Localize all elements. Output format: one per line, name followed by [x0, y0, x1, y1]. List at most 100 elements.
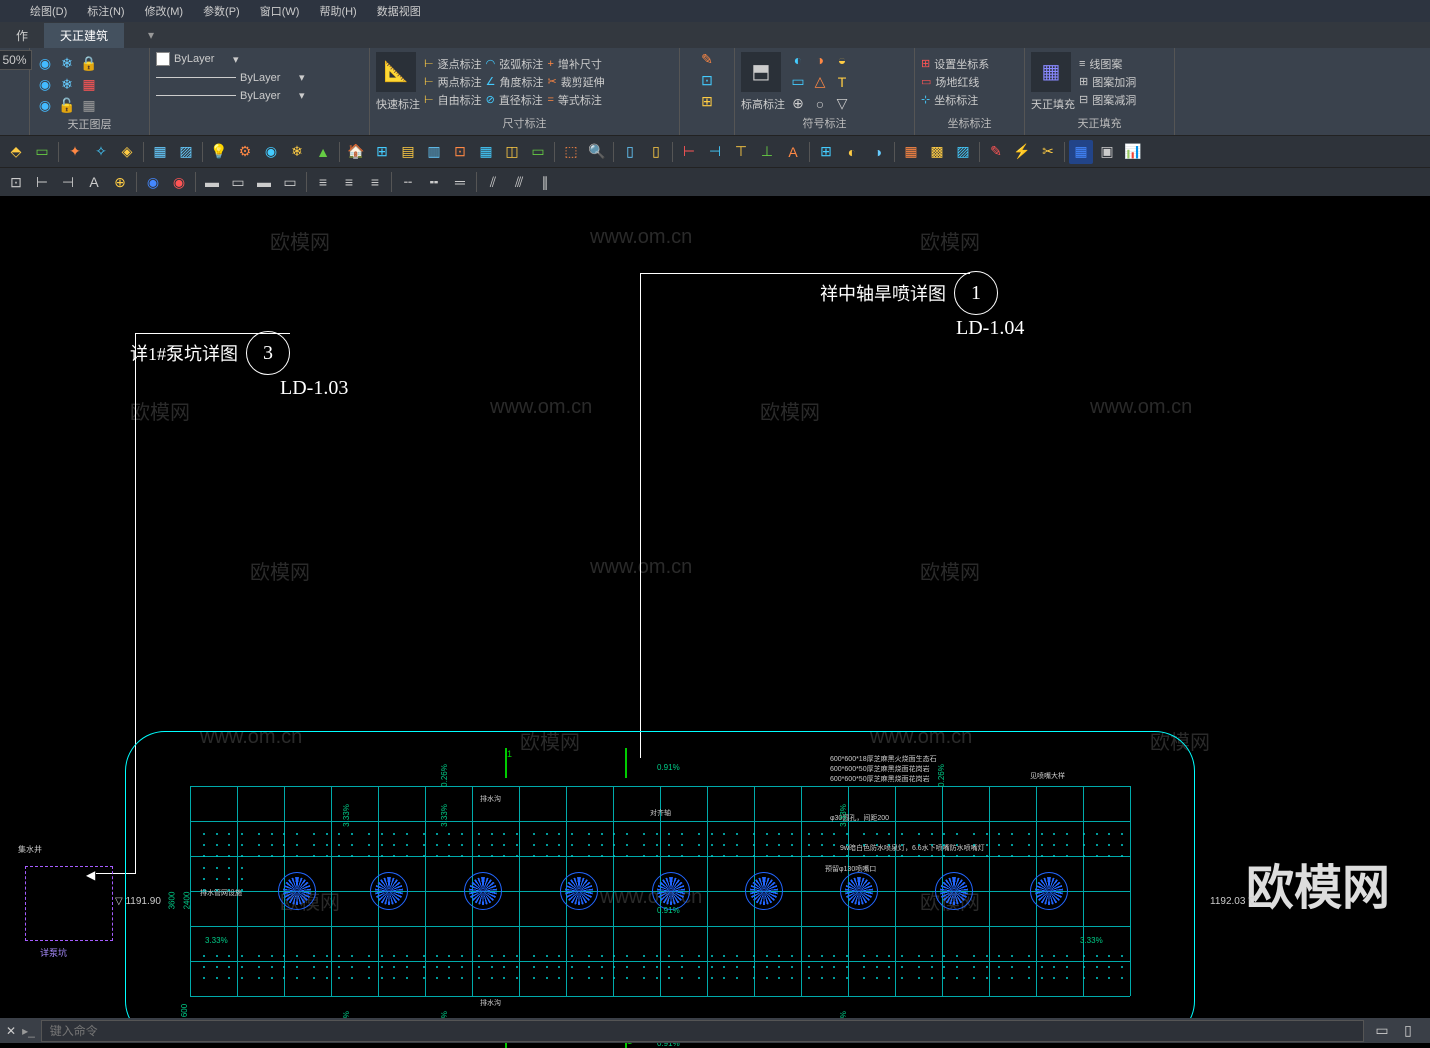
menu-help[interactable]: 帮助(H): [319, 3, 356, 19]
fill-sub-hole[interactable]: ⊟图案减洞: [1079, 92, 1136, 108]
tool-icon[interactable]: ▦: [474, 140, 498, 164]
symbol-icon[interactable]: ◐: [789, 51, 807, 69]
tool-icon[interactable]: ⚙: [233, 140, 257, 164]
color-dropdown[interactable]: ByLayer ▾: [156, 52, 239, 66]
tab-tianzheng[interactable]: 天正建筑: [44, 23, 124, 48]
symbol-icon[interactable]: T: [833, 73, 851, 91]
tool-icon[interactable]: ⊡: [4, 170, 28, 194]
tool-icon[interactable]: ⬚: [559, 140, 583, 164]
merge-icon[interactable]: ▦: [80, 96, 98, 114]
tool-icon[interactable]: 📊: [1121, 140, 1145, 164]
command-input[interactable]: [41, 1020, 1364, 1042]
tool-icon[interactable]: ✎: [698, 50, 716, 68]
tool-icon[interactable]: ≡: [311, 170, 335, 194]
tool-icon[interactable]: ▯: [644, 140, 668, 164]
tool-icon[interactable]: ▬: [252, 170, 276, 194]
freeze-icon2[interactable]: ❄: [58, 75, 76, 93]
tool-icon[interactable]: ✦: [63, 140, 87, 164]
tool-icon[interactable]: ⫽: [481, 170, 505, 194]
dim-angle[interactable]: ∠角度标注: [486, 74, 544, 90]
tool-icon[interactable]: ▦: [1069, 140, 1093, 164]
fill-icon[interactable]: ▦: [1031, 52, 1071, 92]
tool-icon[interactable]: ⊥: [755, 140, 779, 164]
tool-icon[interactable]: ⊣: [703, 140, 727, 164]
tool-icon[interactable]: ⊣: [56, 170, 80, 194]
tool-icon[interactable]: ⊞: [698, 92, 716, 110]
status-icon[interactable]: ▯: [1396, 1019, 1420, 1043]
menu-draw[interactable]: 绘图(D): [30, 3, 67, 19]
tool-icon[interactable]: ◫: [500, 140, 524, 164]
fill-pattern[interactable]: ≡线图案: [1079, 56, 1136, 72]
tool-icon[interactable]: ╍: [422, 170, 446, 194]
tool-icon[interactable]: ◉: [259, 140, 283, 164]
tool-icon[interactable]: ⊞: [370, 140, 394, 164]
symbol-icon[interactable]: ▽: [833, 95, 851, 113]
status-icon[interactable]: ▭: [1370, 1019, 1394, 1043]
tool-icon[interactable]: ⊕: [108, 170, 132, 194]
freeze-icon[interactable]: ❄: [58, 54, 76, 72]
tool-icon[interactable]: ▭: [526, 140, 550, 164]
tool-icon[interactable]: ✂: [1036, 140, 1060, 164]
tool-icon[interactable]: ⚡: [1010, 140, 1034, 164]
dim-arc[interactable]: ◠弦弧标注: [486, 56, 544, 72]
symbol-icon[interactable]: ⊕: [789, 95, 807, 113]
menu-dataview[interactable]: 数据视图: [377, 3, 421, 19]
tool-icon[interactable]: ▩: [925, 140, 949, 164]
tool-icon[interactable]: ⊤: [729, 140, 753, 164]
zoom-pct[interactable]: 50%: [0, 50, 32, 70]
layer-icon[interactable]: ◉: [36, 54, 54, 72]
tool-icon[interactable]: ▲: [311, 140, 335, 164]
linetype-dropdown[interactable]: ByLayer ▾: [156, 71, 305, 84]
tool-icon[interactable]: ⊢: [677, 140, 701, 164]
tool-icon[interactable]: ◐: [840, 140, 864, 164]
tool-icon[interactable]: 🔍: [585, 140, 609, 164]
symbol-icon[interactable]: ▭: [789, 73, 807, 91]
tool-icon[interactable]: ▥: [422, 140, 446, 164]
coord-set[interactable]: ⊞设置坐标系: [921, 56, 989, 72]
dim-two-point[interactable]: ⊢两点标注: [424, 74, 482, 90]
tool-icon[interactable]: ▭: [278, 170, 302, 194]
symbol-icon[interactable]: ○: [811, 95, 829, 113]
tool-icon[interactable]: 💡: [207, 140, 231, 164]
tool-icon[interactable]: ⊢: [30, 170, 54, 194]
symbol-icon[interactable]: ◑: [811, 51, 829, 69]
quick-dim-icon[interactable]: 📐: [376, 52, 416, 92]
tool-icon[interactable]: ⫻: [507, 170, 531, 194]
dim-point[interactable]: ⊢逐点标注: [424, 56, 482, 72]
close-icon[interactable]: ▾: [148, 28, 154, 42]
tool-icon[interactable]: ═: [448, 170, 472, 194]
tool-icon[interactable]: ◉: [141, 170, 165, 194]
coord-dim[interactable]: ⊹坐标标注: [921, 92, 989, 108]
tool-icon[interactable]: ▨: [951, 140, 975, 164]
dim-trim[interactable]: ✂裁剪延伸: [547, 74, 604, 90]
tool-icon[interactable]: ▣: [1095, 140, 1119, 164]
tool-icon[interactable]: ▭: [30, 140, 54, 164]
dim-dia[interactable]: ⊘直径标注: [486, 92, 544, 108]
layer-icon3[interactable]: ◉: [36, 96, 54, 114]
tool-icon[interactable]: ⊡: [698, 71, 716, 89]
tool-icon[interactable]: ◑: [866, 140, 890, 164]
tool-icon[interactable]: ✎: [984, 140, 1008, 164]
tool-icon[interactable]: ◉: [167, 170, 191, 194]
symbol-icon[interactable]: ◒: [833, 51, 851, 69]
lock-icon2[interactable]: 🔓: [58, 96, 76, 114]
tool-icon[interactable]: A: [781, 140, 805, 164]
coord-site[interactable]: ▭场地红线: [921, 74, 989, 90]
tool-icon[interactable]: ∥: [533, 170, 557, 194]
tool-icon[interactable]: ⬘: [4, 140, 28, 164]
fill-add-hole[interactable]: ⊞图案加洞: [1079, 74, 1136, 90]
cmd-close-icon[interactable]: ✕: [0, 1024, 22, 1038]
tool-icon[interactable]: ╌: [396, 170, 420, 194]
tool-icon[interactable]: A: [82, 170, 106, 194]
lock-icon[interactable]: 🔒: [80, 54, 98, 72]
tool-icon[interactable]: ⊞: [814, 140, 838, 164]
dim-add[interactable]: +增补尺寸: [547, 56, 604, 72]
lineweight-dropdown[interactable]: ByLayer ▾: [156, 89, 305, 102]
tool-icon[interactable]: 🏠: [344, 140, 368, 164]
tool-icon[interactable]: ≡: [337, 170, 361, 194]
tool-icon[interactable]: ▭: [226, 170, 250, 194]
elev-dim-icon[interactable]: ⬒: [741, 52, 781, 92]
menu-param[interactable]: 参数(P): [203, 3, 240, 19]
tool-icon[interactable]: ≡: [363, 170, 387, 194]
menu-window[interactable]: 窗口(W): [260, 3, 300, 19]
